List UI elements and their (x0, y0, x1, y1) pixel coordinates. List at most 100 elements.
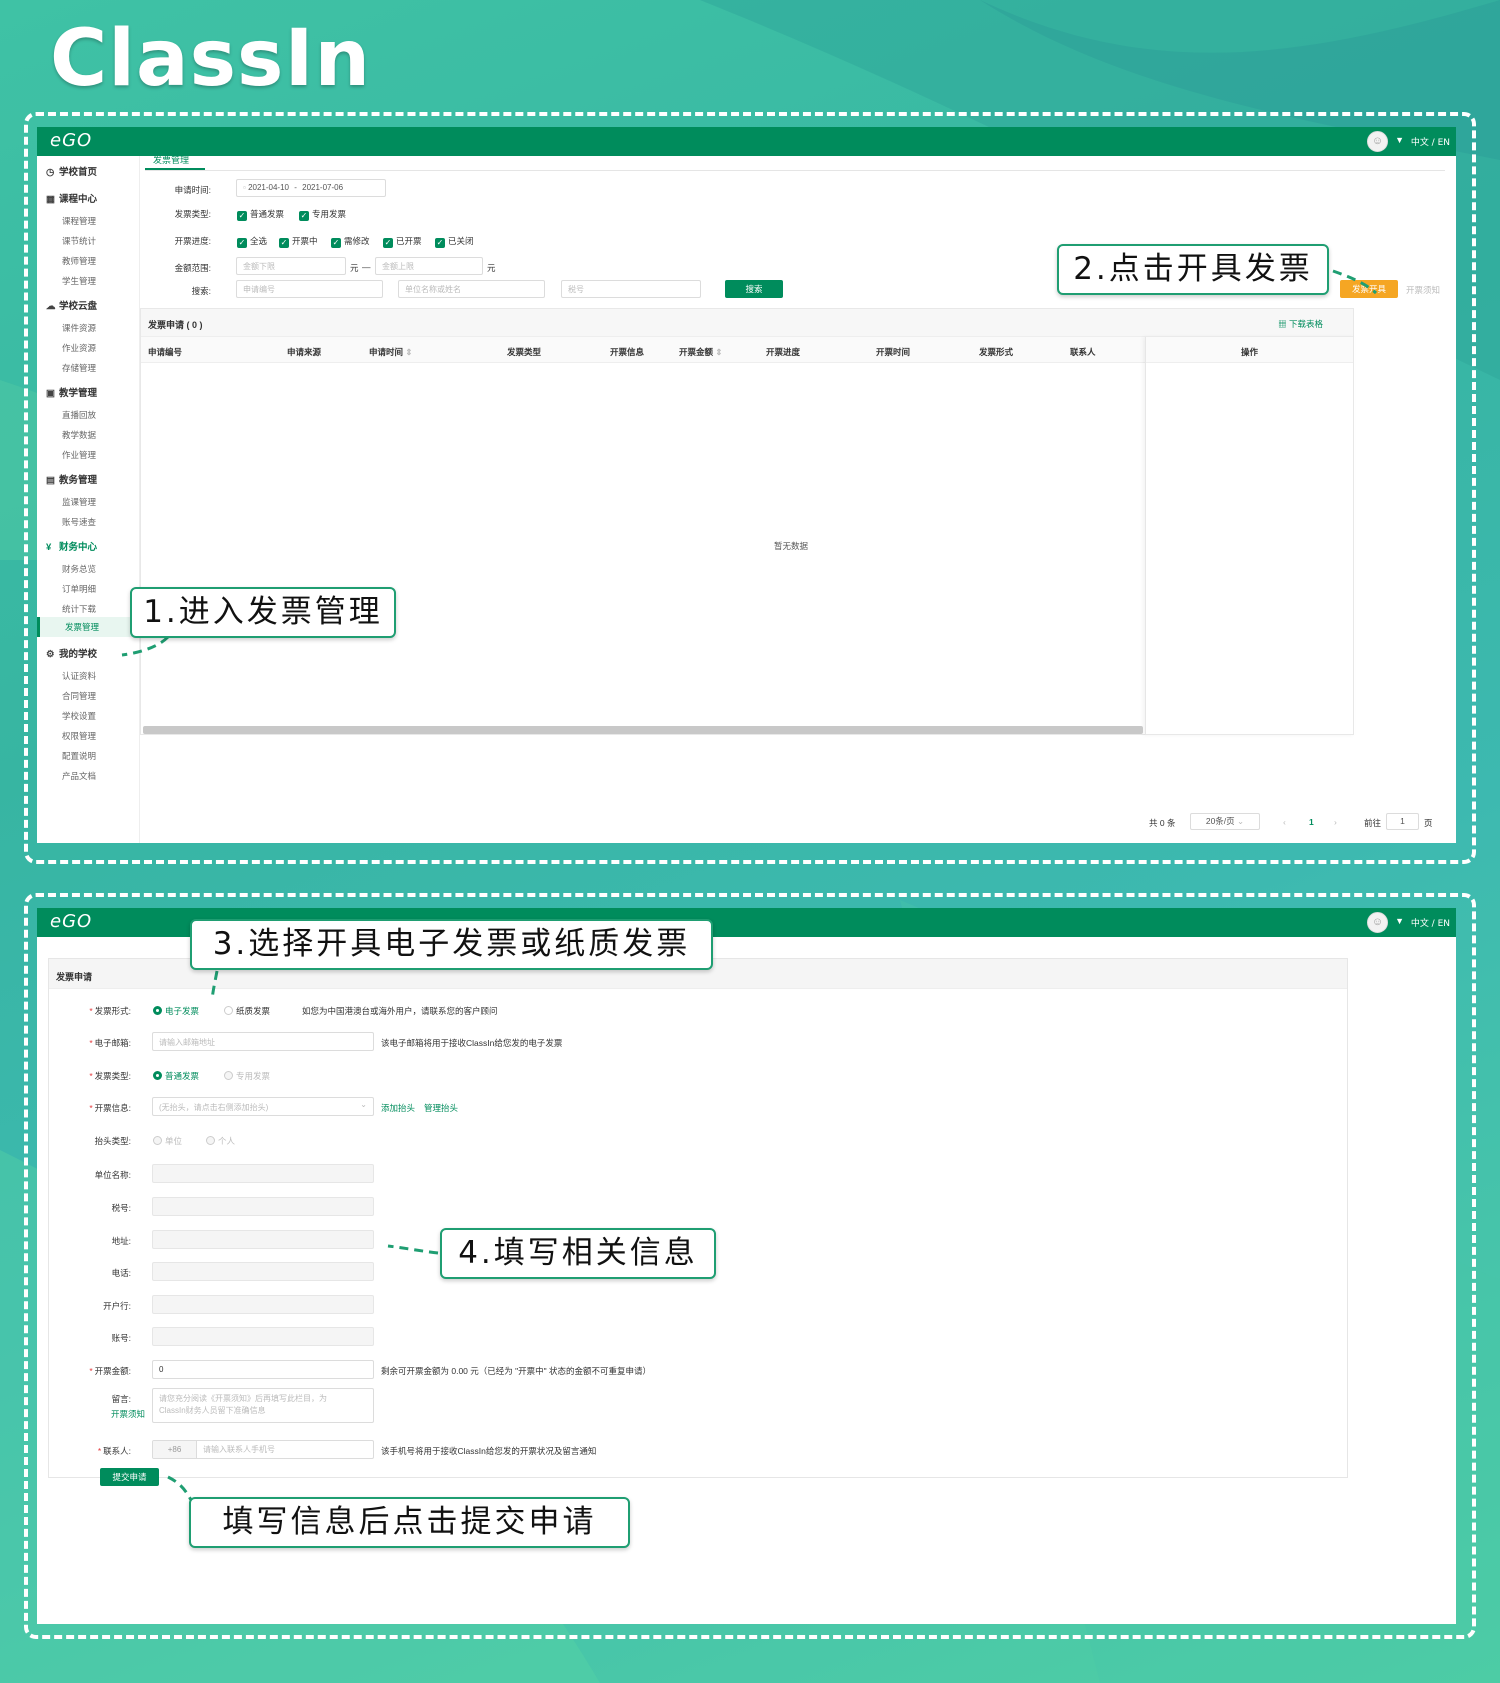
chevron-down-icon[interactable]: ▼ (1395, 135, 1404, 145)
checkbox-special-invoice[interactable]: ✓ 专用发票 (299, 208, 346, 221)
sidebar-item[interactable]: 教师管理 (62, 255, 96, 267)
message-textarea[interactable]: 请您充分阅读《开票须知》后再填写此栏目，为 ClassIn财务人员留下准确信息 (152, 1388, 374, 1423)
sidebar-item[interactable]: 存储管理 (62, 362, 96, 374)
amount-max-input[interactable]: 金额上限 (375, 257, 483, 275)
tax-id-input[interactable]: 税号 (561, 280, 701, 298)
language-switch[interactable]: 中文 / EN (1411, 135, 1450, 148)
column-header[interactable]: 联系人 (1070, 346, 1096, 358)
language-switch[interactable]: 中文 / EN (1411, 916, 1450, 929)
sidebar-item[interactable]: 订单明细 (62, 583, 96, 595)
invoice-notice-link[interactable]: 开票须知 (1406, 284, 1440, 296)
sidebar-group-course[interactable]: ▦ 课程中心 (46, 191, 97, 205)
sidebar-item[interactable]: 产品文档 (62, 770, 96, 782)
column-header-sortable[interactable]: 开票金额 ⇕ (679, 346, 723, 358)
radio-special-invoice[interactable]: 专用发票 (224, 1070, 270, 1082)
column-header[interactable]: 发票类型 (507, 346, 541, 358)
sidebar-group-cloud[interactable]: ☁ 学校云盘 (46, 298, 97, 312)
column-header[interactable]: 申请编号 (148, 346, 182, 358)
sidebar-item[interactable]: 作业资源 (62, 342, 96, 354)
application-id-input[interactable]: 申请编号 (236, 280, 383, 298)
prev-page-icon[interactable]: ‹ (1283, 817, 1286, 827)
amount-unit: 元 (487, 263, 496, 273)
company-name-input[interactable]: 单位名称或姓名 (398, 280, 545, 298)
sidebar-group-school[interactable]: ⚙ 我的学校 (46, 646, 97, 660)
callout-step-5: 填写信息后点击提交申请 (189, 1497, 630, 1548)
sidebar-item[interactable]: 作业管理 (62, 449, 96, 461)
contact-phone-field[interactable]: +86 请输入联系人手机号 (152, 1440, 374, 1459)
address-label: 地址: (111, 1236, 131, 1246)
current-page[interactable]: 1 (1309, 817, 1314, 827)
checkbox-closed[interactable]: ✓ 已关闭 (435, 235, 474, 248)
sidebar-group-teaching[interactable]: ▣ 教学管理 (46, 385, 97, 399)
issue-invoice-button[interactable]: 发票开具 (1340, 280, 1398, 298)
sidebar-item[interactable]: 财务总览 (62, 563, 96, 575)
sidebar-item[interactable]: 直播回放 (62, 409, 96, 421)
account-field[interactable] (152, 1327, 374, 1346)
gear-icon: ⚙ (46, 649, 55, 660)
tab-invoice-management[interactable]: 发票管理 (153, 153, 189, 166)
column-header[interactable]: 开票时间 (876, 346, 910, 358)
sidebar-item[interactable]: 学生管理 (62, 275, 96, 287)
search-button[interactable]: 搜索 (725, 280, 783, 298)
tax-id-field[interactable] (152, 1197, 374, 1216)
page-size-select[interactable]: 20条/页 ⌄ (1190, 813, 1260, 830)
bank-field[interactable] (152, 1295, 374, 1314)
sidebar-item[interactable]: 监课管理 (62, 496, 96, 508)
address-field[interactable] (152, 1230, 374, 1249)
submit-button[interactable]: 提交申请 (100, 1468, 159, 1486)
company-name-field[interactable] (152, 1164, 374, 1183)
column-header[interactable]: 发票形式 (979, 346, 1013, 358)
avatar[interactable]: ☺ (1367, 131, 1388, 152)
checkbox-select-all[interactable]: ✓ 全选 (237, 235, 267, 248)
checkbox-needs-edit[interactable]: ✓ 需修改 (331, 235, 370, 248)
checkbox-in-progress[interactable]: ✓ 开票中 (279, 235, 318, 248)
invoice-notice-link[interactable]: 开票须知 (111, 1408, 145, 1420)
sidebar-group-home[interactable]: ◷ 学校首页 (46, 164, 97, 178)
add-header-link[interactable]: 添加抬头 (381, 1102, 415, 1114)
email-field[interactable]: 请输入邮箱地址 (152, 1032, 374, 1051)
invoice-info-select[interactable]: (无抬头，请点击右侧添加抬头) ⌄ (152, 1097, 374, 1116)
date-range-picker[interactable]: ▫ 2021-04-10 - 2021-07-06 (236, 179, 386, 197)
goto-page-input[interactable]: 1 (1386, 813, 1419, 830)
checkbox-normal-invoice[interactable]: ✓ 普通发票 (237, 208, 284, 221)
column-header[interactable]: 开票信息 (610, 346, 644, 358)
download-table-link[interactable]: ▦ 下载表格 (1278, 318, 1323, 330)
sidebar-item[interactable]: 课件资源 (62, 322, 96, 334)
column-header[interactable]: 申请来源 (287, 346, 321, 358)
horizontal-scrollbar[interactable] (143, 726, 1143, 734)
sidebar-item[interactable]: 课节统计 (62, 235, 96, 247)
radio-paper-invoice[interactable]: 纸质发票 (224, 1005, 270, 1017)
checkbox-issued[interactable]: ✓ 已开票 (383, 235, 422, 248)
app-logo: eGO (50, 911, 93, 932)
sidebar-item-invoice-management[interactable]: 发票管理 (37, 617, 140, 637)
next-page-icon[interactable]: › (1334, 817, 1337, 827)
sidebar-group-academic[interactable]: ▤ 教务管理 (46, 472, 97, 486)
tax-id-label: 税号: (111, 1203, 131, 1213)
phone-field[interactable] (152, 1262, 374, 1281)
radio-electronic-invoice[interactable]: 电子发票 (153, 1005, 199, 1017)
sidebar-item[interactable]: 权限管理 (62, 730, 96, 742)
country-code[interactable]: +86 (153, 1441, 197, 1458)
sidebar-item[interactable]: 账号速查 (62, 516, 96, 528)
sidebar-item[interactable]: 课程管理 (62, 215, 96, 227)
column-header-sortable[interactable]: 申请时间 ⇕ (369, 346, 413, 358)
sidebar-item[interactable]: 统计下载 (62, 603, 96, 615)
sidebar-item[interactable]: 认证资料 (62, 670, 96, 682)
sidebar-item[interactable]: 学校设置 (62, 710, 96, 722)
radio-header-personal[interactable]: 个人 (206, 1135, 235, 1147)
avatar[interactable]: ☺ (1367, 912, 1388, 933)
amount-min-input[interactable]: 金额下限 (236, 257, 346, 275)
invoice-management-screen: eGO ☺ ▼ 中文 / EN ◷ 学校首页 ▦ 课程中心 课程管理 课节统计 教师… (37, 127, 1456, 843)
sidebar-item[interactable]: 教学数据 (62, 429, 96, 441)
email-note: 该电子邮箱将用于接收ClassIn给您发的电子发票 (381, 1038, 563, 1048)
amount-field[interactable]: 0 (152, 1360, 374, 1379)
sidebar-item[interactable]: 配置说明 (62, 750, 96, 762)
classin-logo: ClassIn (50, 14, 372, 104)
sidebar-item[interactable]: 合同管理 (62, 690, 96, 702)
manage-header-link[interactable]: 管理抬头 (424, 1102, 458, 1114)
column-header[interactable]: 开票进度 (766, 346, 800, 358)
radio-normal-invoice[interactable]: 普通发票 (153, 1070, 199, 1082)
radio-header-company[interactable]: 单位 (153, 1135, 182, 1147)
chevron-down-icon[interactable]: ▼ (1395, 916, 1404, 926)
sidebar-group-finance[interactable]: ¥ 财务中心 (46, 539, 97, 553)
